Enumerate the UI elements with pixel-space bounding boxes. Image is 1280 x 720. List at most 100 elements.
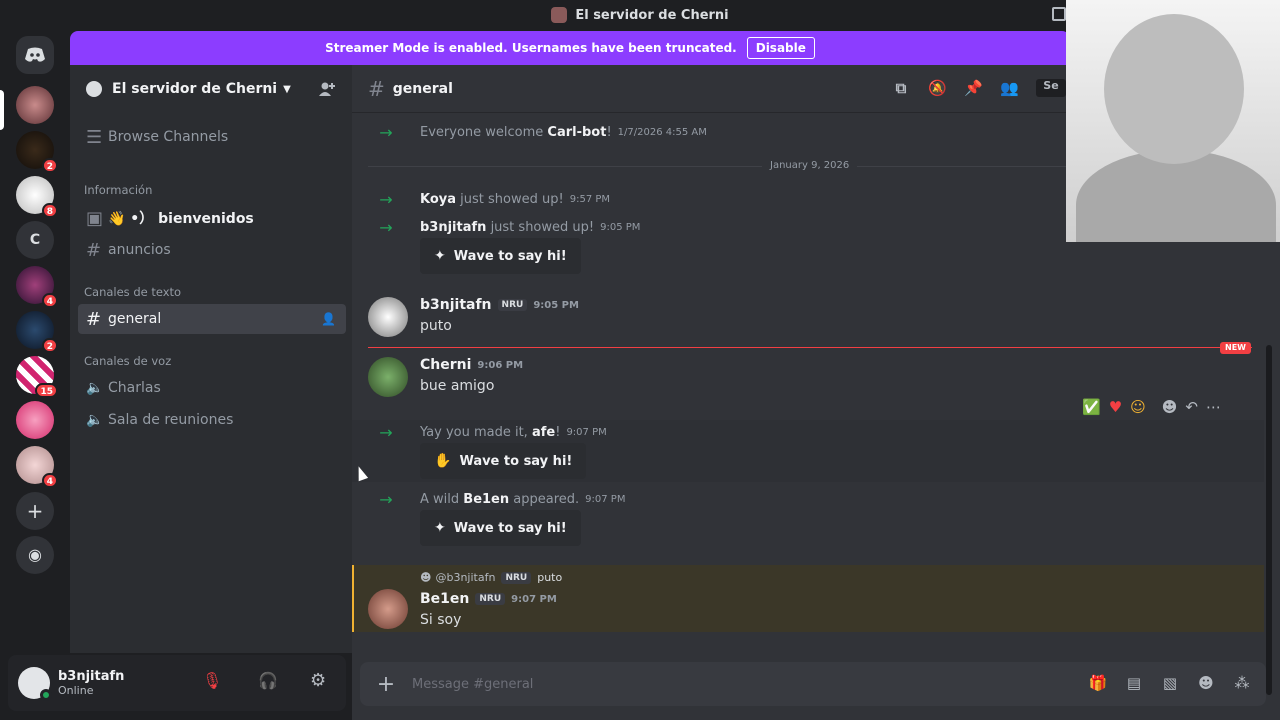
direct-messages-button[interactable] (16, 36, 54, 74)
timestamp: 9:07 PM (566, 427, 607, 438)
server-icon-4[interactable]: C (16, 221, 54, 259)
wave-button[interactable]: ✦ Wave to say hi! (420, 510, 581, 546)
avatar[interactable] (368, 589, 408, 629)
inbox-icon[interactable] (1052, 7, 1066, 21)
search-input[interactable]: Se (1036, 79, 1066, 97)
reply-author: @b3njitafn (435, 571, 496, 584)
add-server-icon[interactable]: + (16, 492, 54, 530)
server-header[interactable]: El servidor de Cherni ▼ (70, 65, 352, 113)
system-message: → A wild Be1en appeared. 9:07 PM (352, 490, 1264, 509)
add-reaction-icon[interactable]: ☻ (1162, 398, 1178, 416)
server-tag: NRU (475, 593, 506, 605)
author-name[interactable]: Cherni (420, 357, 471, 373)
sys-user[interactable]: afe (532, 425, 555, 440)
channel-label: Charlas (108, 380, 161, 396)
gear-icon[interactable]: ⚙ (310, 670, 326, 691)
channel-anuncios[interactable]: # anuncios (78, 235, 346, 265)
create-invite-icon[interactable]: 👤 (321, 312, 336, 326)
join-arrow-icon: → (379, 123, 393, 142)
channel-general[interactable]: # general 👤 (78, 304, 346, 334)
check-reaction-icon[interactable]: ✅ (1082, 398, 1101, 416)
sys-user[interactable]: Be1en (463, 492, 509, 507)
heart-reaction-icon[interactable]: ♥ (1109, 398, 1122, 416)
hash-icon: # (368, 76, 385, 101)
avatar[interactable] (368, 297, 408, 337)
browse-channels[interactable]: ☰ Browse Channels (78, 122, 346, 152)
sticker-icon: ✦ (434, 248, 446, 264)
scrollbar[interactable] (1266, 345, 1272, 695)
avatar[interactable] (368, 357, 408, 397)
invite-people-icon[interactable] (318, 80, 336, 98)
reply-preview[interactable]: ☻ @b3njitafn NRU puto (420, 571, 562, 584)
wave-button[interactable]: ✦ Wave to say hi! (420, 238, 581, 274)
reply-icon[interactable]: ↶ (1185, 398, 1198, 416)
sys-user[interactable]: b3njitafn (420, 220, 486, 235)
headphones-icon[interactable]: 🎧 (258, 671, 278, 690)
server-icon-1[interactable] (16, 86, 54, 124)
sys-user[interactable]: Carl-bot (547, 125, 606, 140)
smile-reaction-icon[interactable]: ☺ (1130, 398, 1146, 416)
server-icon-6[interactable]: 2 (16, 311, 58, 353)
sticker-icon: ✋ (434, 453, 452, 469)
message-composer[interactable]: + Message #general 🎁 ▤ ▧ ☻ ⁂ (360, 662, 1266, 706)
server-icon (551, 7, 568, 23)
server-tag: NRU (501, 571, 532, 584)
pin-icon[interactable]: 📌 (964, 79, 983, 97)
sys-text: just showed up! (460, 192, 564, 207)
category-voz[interactable]: Canales de voz (84, 354, 171, 368)
avatar[interactable] (18, 667, 52, 701)
mute-mic-icon[interactable]: 🎙 (202, 671, 222, 690)
channel-bienvenidos[interactable]: ▣ 👋 •） bienvenidos (78, 203, 346, 233)
channel-charlas[interactable]: 🔈 Charlas (78, 373, 346, 403)
new-messages-divider (368, 347, 1252, 348)
hash-icon: # (86, 308, 102, 330)
emoji-icon[interactable]: ☻ (1196, 674, 1216, 694)
rules-icon: ▣ (86, 207, 104, 229)
server-icon-5[interactable]: 4 (16, 266, 58, 308)
discover-icon[interactable]: ◉ (16, 536, 54, 574)
gift-icon[interactable]: 🎁 (1088, 674, 1108, 694)
apps-icon[interactable]: ⁂ (1232, 674, 1252, 694)
timestamp: 9:05 PM (533, 299, 579, 311)
sys-text: ! (606, 125, 612, 140)
gif-icon[interactable]: ▤ (1124, 674, 1144, 694)
server-icon-3[interactable]: 8 (16, 176, 58, 218)
threads-icon[interactable]: ⧉ (892, 79, 910, 97)
server-name: El servidor de Cherni (112, 81, 278, 97)
join-arrow-icon: → (379, 423, 393, 442)
sticker-icon[interactable]: ▧ (1160, 674, 1180, 694)
date-divider-label: January 9, 2026 (762, 160, 858, 171)
attach-plus-icon[interactable]: + (360, 672, 412, 697)
channel-reuniones[interactable]: 🔈 Sala de reuniones (78, 405, 346, 435)
more-options-icon[interactable]: ⋯ (1206, 398, 1221, 416)
server-icon-2[interactable]: 2 (16, 131, 58, 173)
speaker-icon: 🔈 (86, 380, 104, 396)
message-text: Si soy (420, 612, 462, 628)
selected-server-pill (0, 90, 4, 130)
notification-bell-icon[interactable]: 🔕 (928, 79, 947, 97)
unread-badge: 4 (41, 293, 58, 308)
chevron-down-icon: ▼ (283, 83, 291, 95)
sys-text: appeared. (513, 492, 580, 507)
server-badge-icon (86, 81, 102, 97)
message-text: puto (420, 318, 452, 334)
author-name[interactable]: Be1en (420, 591, 469, 607)
disable-button[interactable]: Disable (746, 37, 815, 59)
user-status: Online (58, 684, 94, 697)
join-arrow-icon: → (379, 490, 393, 509)
channel-label: Sala de reuniones (108, 412, 234, 428)
wave-button[interactable]: ✋ Wave to say hi! (420, 443, 587, 479)
sys-user[interactable]: Koya (420, 192, 456, 207)
category-informacion[interactable]: Información (84, 183, 152, 197)
category-texto[interactable]: Canales de texto (84, 285, 181, 299)
server-icon-8[interactable] (16, 401, 54, 439)
reply-avatar-icon: ☻ (420, 571, 432, 584)
author-name[interactable]: b3njitafn (420, 297, 492, 313)
message: Be1en NRU 9:07 PM Si soy (352, 587, 1264, 632)
discord-logo-icon (25, 47, 45, 62)
member-list-icon[interactable]: 👥 (1000, 79, 1019, 97)
server-icon-7[interactable]: 15 (16, 356, 58, 398)
speaker-icon: 🔈 (86, 412, 104, 428)
server-icon-9[interactable]: 4 (16, 446, 58, 488)
message-input[interactable]: Message #general (412, 677, 533, 692)
